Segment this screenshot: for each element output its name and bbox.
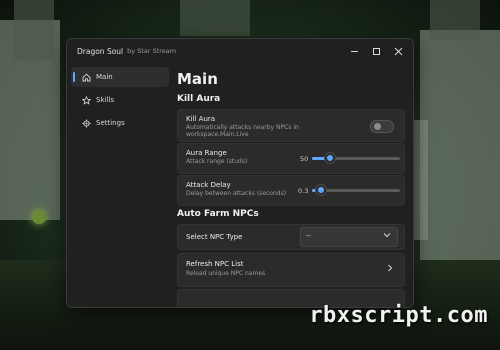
section-title-auto-farm: Auto Farm NPCs <box>177 209 259 219</box>
toggle-knob <box>374 123 381 130</box>
sidebar-item-label: Main <box>96 73 113 81</box>
close-icon <box>394 47 402 55</box>
main-content: Main Kill Aura Kill Aura Automatically a… <box>175 67 413 307</box>
minimize-button[interactable] <box>345 43 363 59</box>
maximize-button[interactable] <box>367 43 385 59</box>
attack-delay-title: Attack Delay <box>186 181 231 189</box>
title-bar[interactable]: Dragon Soul by Star Stream <box>67 39 413 63</box>
sidebar-item-skills[interactable]: Skills <box>71 90 169 110</box>
slider-thumb[interactable] <box>324 153 335 163</box>
refresh-npc-description: Reload unique NPC names <box>186 270 266 277</box>
star-icon <box>81 95 91 105</box>
kill-aura-toggle[interactable] <box>370 120 394 133</box>
refresh-npc-title: Refresh NPC List <box>186 260 244 268</box>
dropdown-value: -- <box>306 232 312 240</box>
watermark: rbxscript.com <box>309 303 488 328</box>
slider-thumb[interactable] <box>315 185 326 195</box>
aura-range-title: Aura Range <box>186 149 227 157</box>
npc-type-dropdown[interactable]: -- <box>300 227 398 247</box>
section-title-kill-aura: Kill Aura <box>177 94 221 104</box>
minimize-icon <box>350 50 358 52</box>
attack-delay-value: 0.3 <box>298 187 309 195</box>
kill-aura-title: Kill Aura <box>186 115 216 123</box>
npc-type-title: Select NPC Type <box>186 233 243 241</box>
chevron-right-icon <box>386 264 394 275</box>
aura-range-description: Attack range (studs) <box>186 158 248 165</box>
aura-range-card: Aura Range Attack range (studs) 50 <box>177 143 405 174</box>
aura-range-value: 50 <box>300 155 309 163</box>
chevron-down-icon <box>383 231 391 241</box>
npc-type-card: Select NPC Type -- <box>177 224 405 250</box>
gear-icon <box>81 118 91 128</box>
maximize-icon <box>372 47 380 55</box>
sidebar-item-label: Skills <box>96 96 114 104</box>
window-subtitle: by Star Stream <box>127 47 177 55</box>
refresh-npc-card[interactable]: Refresh NPC List Reload unique NPC names <box>177 253 405 287</box>
sidebar-item-label: Settings <box>96 119 125 127</box>
close-button[interactable] <box>389 43 407 59</box>
attack-delay-slider[interactable] <box>312 185 400 195</box>
kill-aura-description: Automatically attacks nearby NPCs in wor… <box>186 124 299 138</box>
script-window: Dragon Soul by Star Stream Main Skills S… <box>66 38 414 308</box>
page-title: Main <box>177 70 218 88</box>
sidebar-item-main[interactable]: Main <box>71 67 169 87</box>
sidebar: Main Skills Settings <box>67 67 173 307</box>
attack-delay-card: Attack Delay Delay between attacks (seco… <box>177 175 405 206</box>
aura-range-slider[interactable] <box>312 153 400 163</box>
sidebar-item-settings[interactable]: Settings <box>71 113 169 133</box>
window-title: Dragon Soul <box>77 46 124 56</box>
attack-delay-description: Delay between attacks (seconds) <box>186 190 287 197</box>
home-icon <box>81 72 91 82</box>
kill-aura-card[interactable]: Kill Aura Automatically attacks nearby N… <box>177 109 405 142</box>
